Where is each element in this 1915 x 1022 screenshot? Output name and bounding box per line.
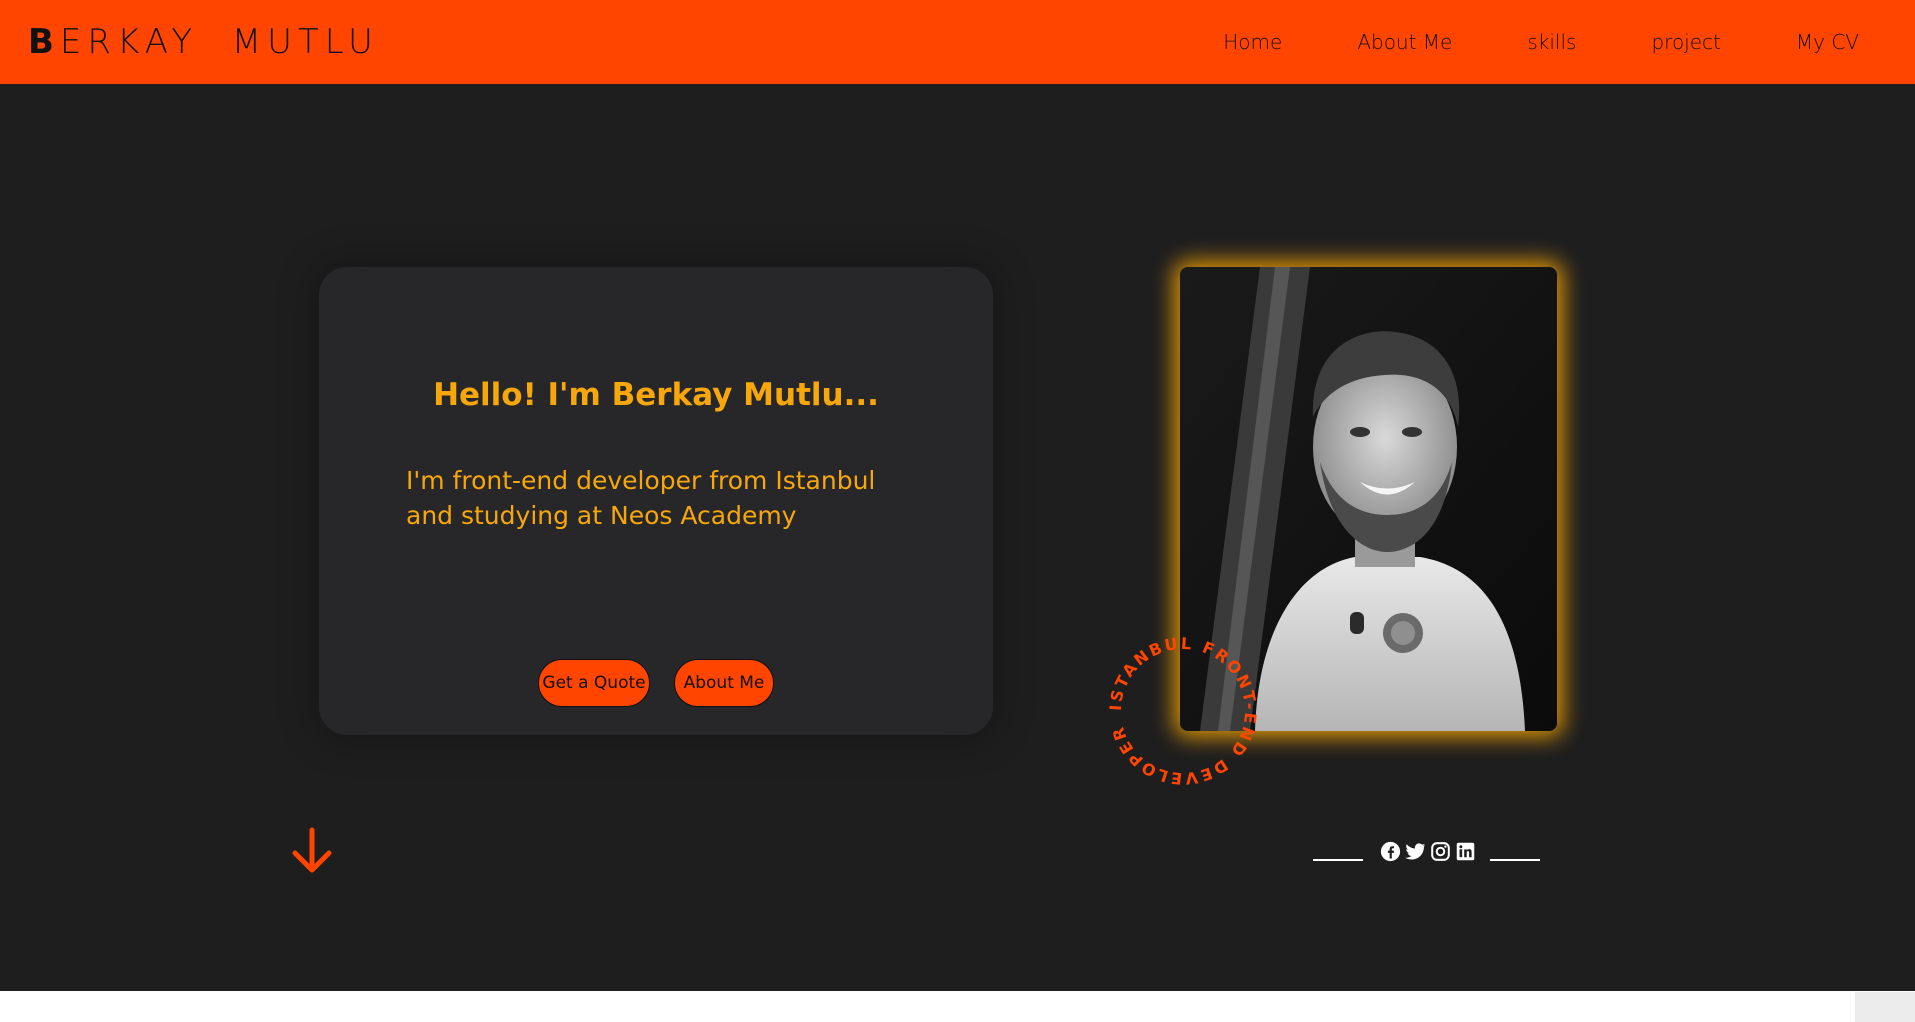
- hero-description: I'm front-end developer from Istanbul an…: [406, 466, 876, 530]
- nav-about-link[interactable]: About Me: [1357, 30, 1452, 54]
- scroll-down-icon[interactable]: [290, 826, 334, 876]
- twitter-icon[interactable]: [1405, 841, 1426, 862]
- nav-home-link[interactable]: Home: [1223, 30, 1282, 54]
- get-quote-button[interactable]: Get a Quote: [538, 659, 650, 707]
- circular-text-badge: ISTANBUL FRONT-END DEVELOPER FROM: [1094, 616, 1263, 791]
- corner-widget[interactable]: [1855, 992, 1915, 1022]
- nav-links: Home About Me skills project My CV: [1223, 0, 1859, 84]
- facebook-icon[interactable]: [1380, 841, 1401, 862]
- divider-left: [1313, 859, 1363, 861]
- logo-initial: B: [28, 22, 60, 62]
- nav-skills-link[interactable]: skills: [1527, 30, 1576, 54]
- social-links: [1313, 836, 1540, 866]
- hero-title: Hello! I'm Berkay Mutlu...: [433, 377, 879, 413]
- navbar: BERKAY MUTLU Home About Me skills projec…: [0, 0, 1915, 84]
- badge-text: ISTANBUL FRONT-END DEVELOPER FROM: [1094, 616, 1258, 788]
- divider-right: [1490, 859, 1540, 861]
- intro-card: Hello! I'm Berkay Mutlu... I'm front-end…: [319, 267, 993, 735]
- hero-section: Hello! I'm Berkay Mutlu... I'm front-end…: [0, 84, 1915, 991]
- logo-text: ERKAY MUTLU: [59, 22, 379, 62]
- about-me-button[interactable]: About Me: [674, 659, 774, 707]
- page-bottom-strip: [0, 991, 1915, 1022]
- svg-text:ISTANBUL FRONT-END DEVELOPER F: ISTANBUL FRONT-END DEVELOPER FROM: [1103, 631, 1260, 788]
- instagram-icon[interactable]: [1430, 841, 1451, 862]
- site-logo[interactable]: BERKAY MUTLU: [28, 22, 379, 62]
- nav-project-link[interactable]: project: [1651, 30, 1720, 54]
- linkedin-icon[interactable]: [1455, 841, 1476, 862]
- nav-cv-link[interactable]: My CV: [1796, 30, 1859, 54]
